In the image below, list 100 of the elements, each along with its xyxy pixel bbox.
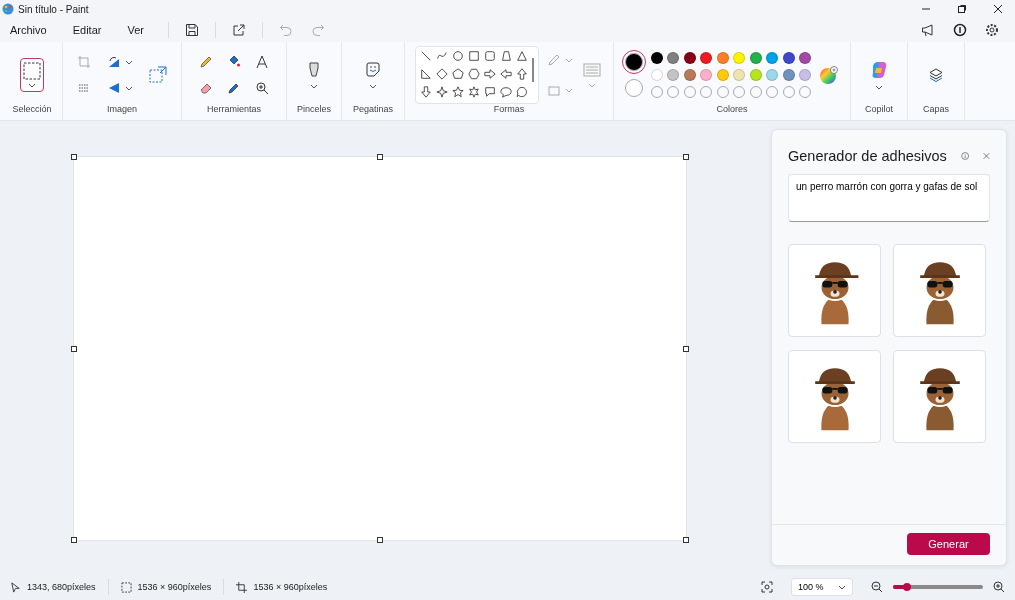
color-swatch[interactable] [749,69,762,81]
shape-icon[interactable] [516,86,528,98]
shape-icon[interactable] [484,68,496,80]
text-icon[interactable] [255,55,269,69]
color-swatch[interactable] [766,69,779,81]
coin-icon[interactable] [953,23,967,37]
shape-icon[interactable] [468,86,480,98]
canvas-size-icon [236,581,248,593]
shape-icon[interactable] [516,68,528,80]
color-swatch[interactable] [749,52,762,64]
color-swatch[interactable] [716,69,729,81]
color-swatch[interactable] [683,52,696,64]
color-swatch[interactable] [733,69,746,81]
color-swatch[interactable] [700,69,713,81]
settings-icon[interactable] [985,23,999,37]
caret-icon [28,82,36,88]
copilot-logo-icon [870,60,888,79]
resize-handle[interactable] [683,345,689,352]
layers-icon[interactable] [928,67,944,83]
group-label: Herramientas [207,104,261,116]
resize-handle[interactable] [683,154,689,160]
sticker-option[interactable] [893,350,986,443]
selection-tool-button[interactable] [20,58,44,92]
shape-icon[interactable] [500,86,512,98]
zoom-dropdown[interactable]: 100 % [791,578,853,596]
shape-icon[interactable] [452,50,464,62]
color-swatch[interactable] [667,52,680,64]
caret-icon[interactable] [125,59,133,65]
color-swatch[interactable] [716,52,729,64]
shape-icon[interactable] [420,86,432,98]
color-wheel-icon[interactable] [819,65,840,85]
shape-icon[interactable] [500,68,512,80]
menu-item[interactable]: Archivo [4,21,53,39]
resize-handle[interactable] [683,537,689,543]
color-swatch[interactable] [733,52,746,64]
caret-icon [875,84,883,90]
resize-handle[interactable] [71,537,77,543]
shape-icon[interactable] [500,50,512,62]
caret-icon [588,82,596,88]
color-swatch[interactable] [799,69,812,81]
color-swatch[interactable] [683,69,696,81]
share-icon[interactable] [231,23,246,37]
shape-icon[interactable] [420,68,432,80]
sticker-option[interactable] [893,244,986,337]
color-swatch[interactable] [650,69,663,81]
menu-item[interactable]: Editar [66,21,108,39]
shape-icon[interactable] [468,50,480,62]
generate-button[interactable]: Generar [907,533,990,555]
shape-icon[interactable] [452,86,464,98]
zoom-slider[interactable] [893,585,983,589]
zoom-in-icon[interactable] [993,581,1005,593]
shape-icon[interactable] [436,50,448,62]
shape-icon[interactable] [420,50,432,62]
rotate-icon[interactable] [107,55,121,69]
shape-icon[interactable] [484,86,496,98]
close-icon[interactable] [993,4,1003,14]
zoom-out-icon[interactable] [871,581,883,593]
shape-icon[interactable] [468,68,480,80]
color-swatch[interactable] [782,69,795,81]
save-icon[interactable] [184,23,199,37]
color-swatch[interactable] [650,52,663,64]
fit-to-window-icon[interactable] [761,581,773,593]
fill-bucket-icon[interactable] [227,55,241,69]
group-label: Capas [923,104,949,116]
group-label: Pegatinas [353,104,393,116]
color-swatch[interactable] [700,52,713,64]
sticker-option[interactable] [788,244,881,337]
resize-handle[interactable] [71,154,77,160]
sticker-button[interactable] [363,59,383,91]
flip-icon[interactable] [107,81,121,95]
resize-handle[interactable] [377,154,383,160]
restore-icon[interactable] [957,4,967,14]
current-color-swatch[interactable] [624,79,643,97]
color-swatch[interactable] [799,52,812,64]
shape-icon[interactable] [452,68,464,80]
resize-handle[interactable] [377,537,383,543]
paint-palette-icon [2,3,14,15]
shape-icon[interactable] [436,68,448,80]
shape-icon[interactable] [484,50,496,62]
sticker-option[interactable] [788,350,881,443]
prompt-field[interactable]: un perro marrón con gorra y gafas de sol [788,174,990,222]
magnifier-icon[interactable] [255,81,269,95]
current-color-swatch[interactable] [624,53,643,71]
group-label: Colores [716,104,748,116]
color-swatch[interactable] [766,52,779,64]
pencil-icon[interactable] [199,55,213,69]
shape-icon[interactable] [516,50,528,62]
resize-handle[interactable] [71,345,77,352]
menu-item[interactable]: Ver [121,21,150,39]
info-icon[interactable] [960,150,970,162]
resize-icon[interactable] [149,66,167,84]
caret-icon[interactable] [125,85,133,91]
color-swatch[interactable] [782,52,795,64]
eraser-icon[interactable] [199,81,213,95]
color-swatch[interactable] [667,69,680,81]
group-label: Imagen [107,104,137,116]
color-picker-icon[interactable] [227,81,241,95]
shape-icon[interactable] [436,86,448,98]
megaphone-icon[interactable] [921,23,935,37]
caret-icon [838,584,846,590]
